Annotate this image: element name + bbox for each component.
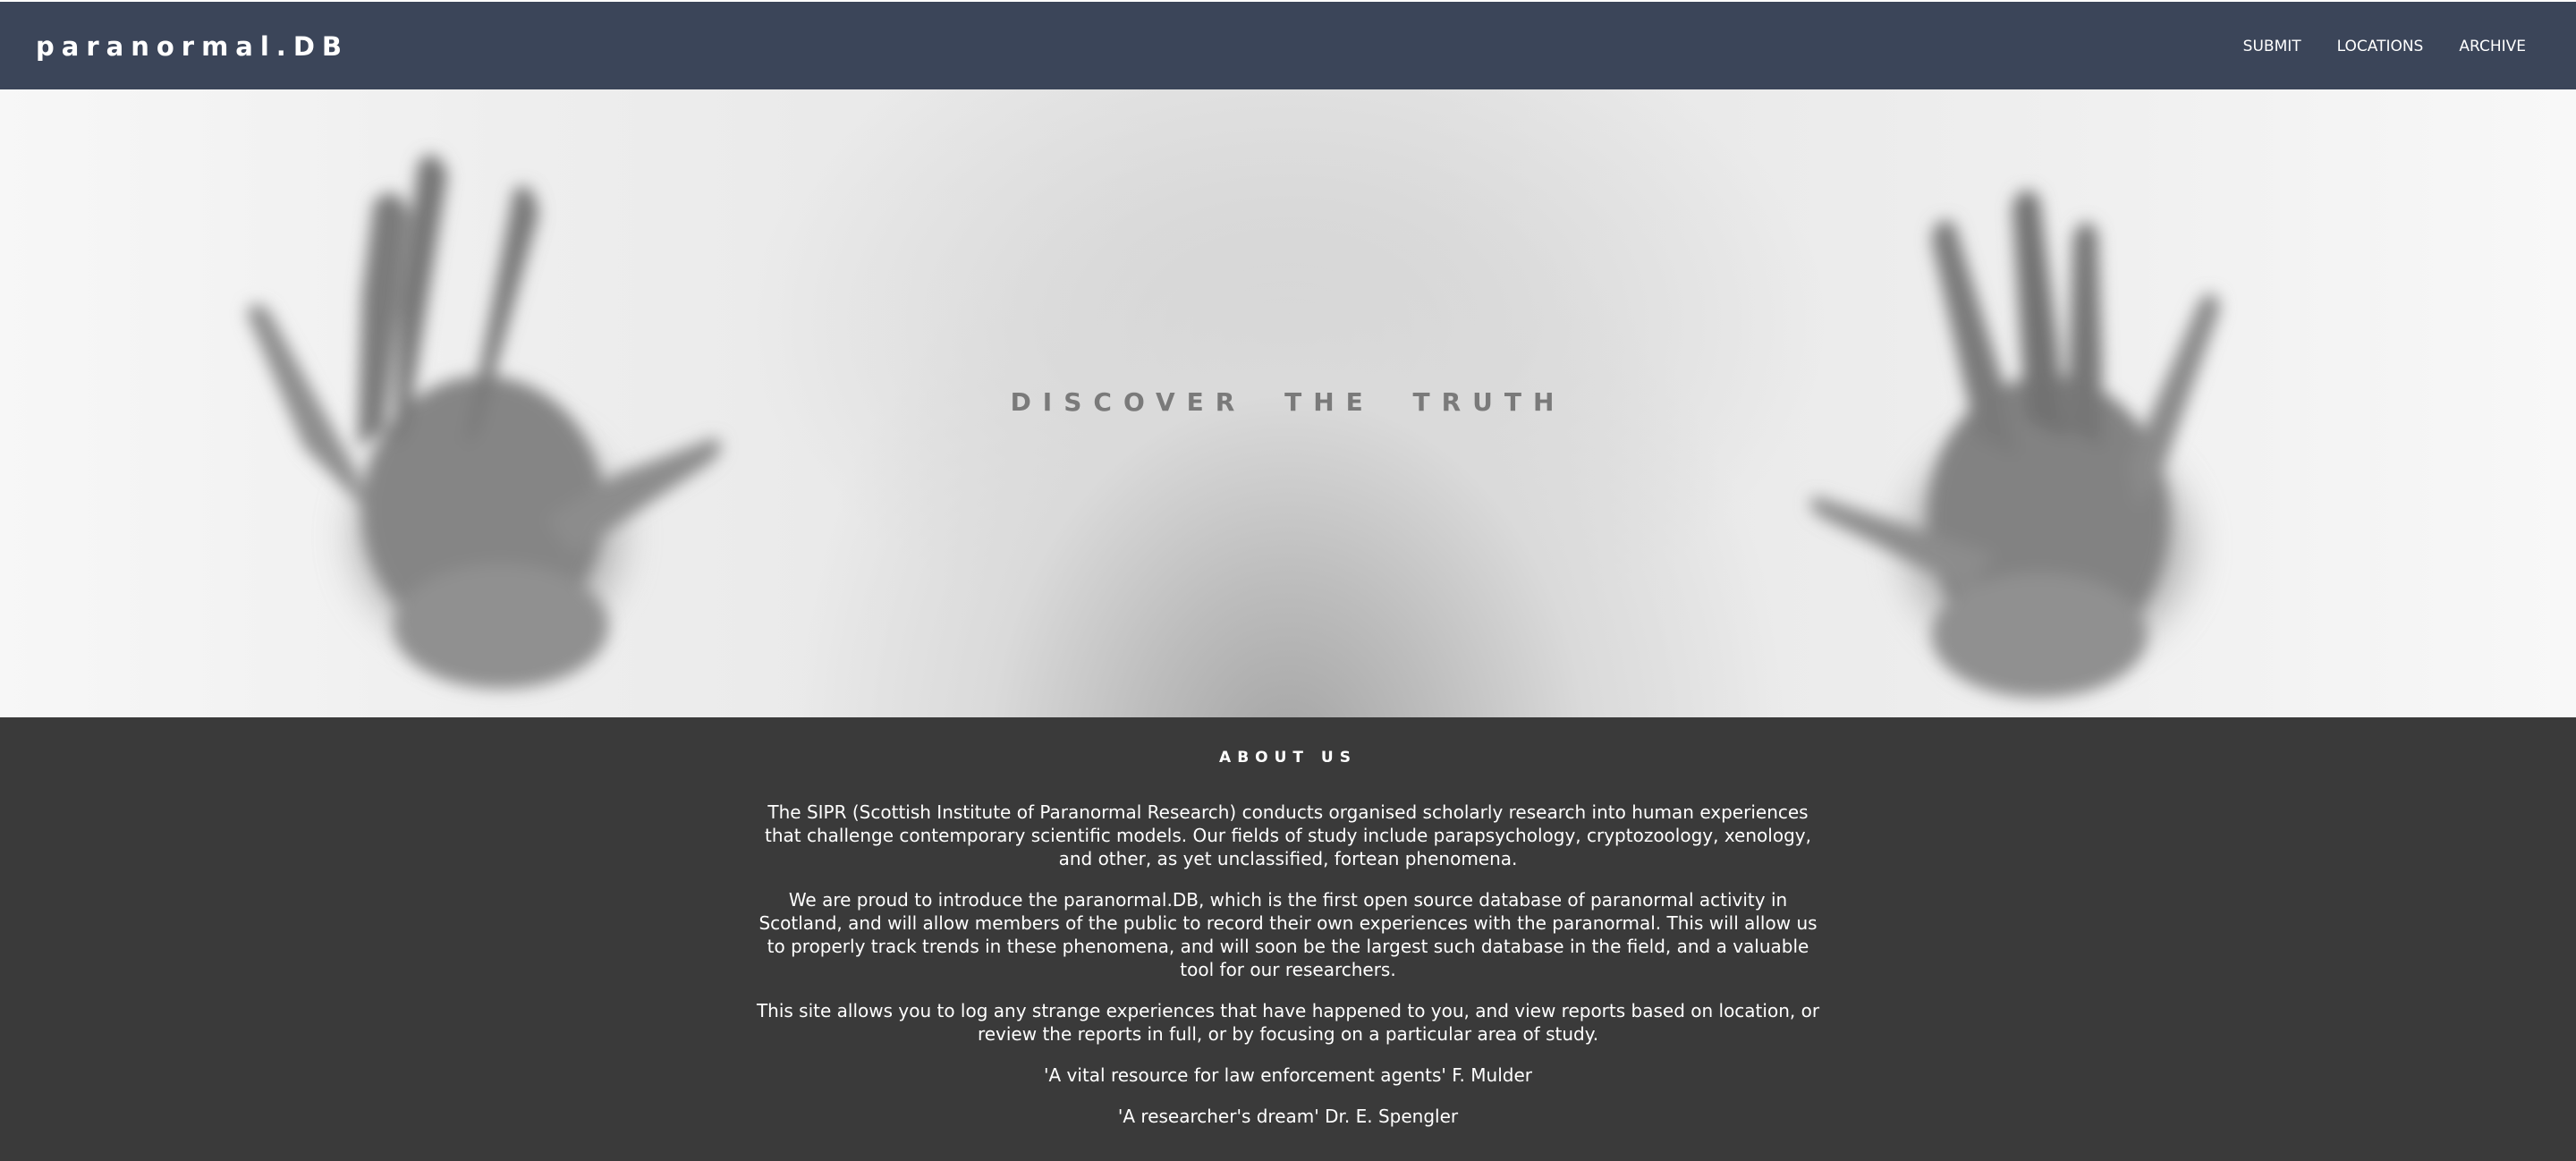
brand-logo-link[interactable]: paranormal.DB (36, 29, 349, 64)
about-paragraph: We are proud to introduce the paranormal… (758, 889, 1818, 980)
about-paragraph: The SIPR (Scottish Institute of Paranorm… (765, 801, 1811, 869)
about-section: ABOUT US The SIPR (Scottish Institute of… (0, 717, 2576, 1161)
about-heading: ABOUT US (1219, 749, 1357, 767)
hero-banner: DISCOVER THE TRUTH (0, 89, 2576, 717)
top-navbar: paranormal.DB SUBMIT LOCATIONS ARCHIVE (0, 0, 2576, 89)
about-body: The SIPR (Scottish Institute of Paranorm… (751, 801, 1825, 1146)
nav-locations-link[interactable]: LOCATIONS (2337, 36, 2424, 57)
hero-title: DISCOVER THE TRUTH (1010, 387, 1566, 417)
nav-submit-link[interactable]: SUBMIT (2243, 36, 2301, 57)
about-paragraph: This site allows you to log any strange … (756, 1000, 1820, 1045)
testimonial-quote: 'A vital resource for law enforcement ag… (1044, 1064, 1532, 1086)
testimonial-quote: 'A researcher's dream' Dr. E. Spengler (1117, 1106, 1459, 1127)
right-hand-icon (1809, 190, 2220, 698)
main-nav: SUBMIT LOCATIONS ARCHIVE (2243, 36, 2526, 57)
nav-archive-link[interactable]: ARCHIVE (2459, 36, 2526, 57)
left-hand-icon (247, 155, 722, 689)
